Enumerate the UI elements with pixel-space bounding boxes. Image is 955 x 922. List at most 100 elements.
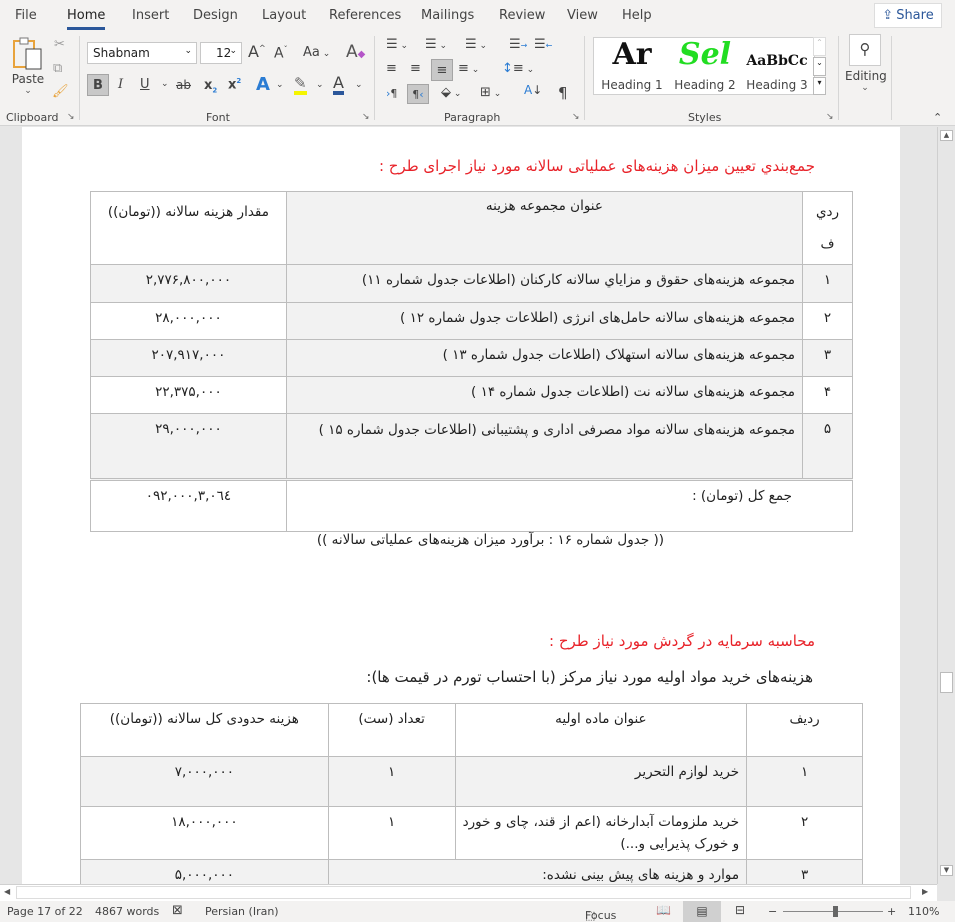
format-painter-icon[interactable]: 🖌 [52,85,69,98]
zoom-out-button[interactable]: − [768,905,777,918]
table-header-row: ردي ف عنوان مجموعه هزينه مقدار هزينه سال… [90,191,853,265]
tab-view[interactable]: View [567,8,598,23]
header-annual-amount: مقدار هزينه سالانه ((تومان)) [90,191,287,265]
scroll-thumb[interactable] [940,672,953,693]
tab-file[interactable]: File [15,8,37,23]
clipboard-launcher-icon[interactable]: ↘ [67,112,75,122]
styles-scroll-down[interactable]: ⌄ [813,57,826,76]
paragraph-launcher-icon[interactable]: ↘ [572,112,580,122]
tab-references[interactable]: References [329,8,401,23]
chevron-down-icon[interactable]: ⌄ [316,81,324,90]
header-quantity: تعداد (ست) [327,703,456,757]
zoom-slider[interactable] [783,906,883,917]
tab-mailings[interactable]: Mailings [421,8,474,23]
align-right-icon[interactable]: ≡ [431,59,453,81]
scroll-down-arrow[interactable]: ▼ [940,865,953,876]
italic-button[interactable]: I [118,78,123,91]
superscript-button[interactable]: x2 [228,78,241,92]
chevron-down-icon[interactable]: ⌄ [355,81,363,90]
proofing-icon[interactable]: ⊠ [172,903,183,918]
share-icon: ⇪ [882,8,894,23]
show-formatting-marks-icon[interactable]: ¶ [558,86,568,101]
styles-scroll-up[interactable]: ⌃ [813,37,826,56]
text-effects-icon[interactable]: A [256,76,270,94]
row-title: خرید ملزومات آبدارخانه (اعم از قند، چای … [454,806,748,860]
editing-button[interactable]: ⚲ Editing ⌄ [845,34,887,100]
scroll-up-arrow[interactable]: ▲ [940,130,953,141]
increase-indent-icon[interactable]: ☰← [534,38,552,51]
change-case-button[interactable]: Aa ⌄ [303,46,330,59]
strikethrough-button[interactable]: ab [176,79,191,91]
align-center-icon[interactable]: ≡ [410,62,421,75]
row-number: ۲ [802,302,853,340]
font-color-icon[interactable]: A [333,75,344,95]
sort-icon[interactable]: A↓ [524,84,542,96]
font-name-select[interactable]: Shabnam ⌄ [87,42,197,64]
separator [584,36,585,120]
subscript-button[interactable]: x2 [204,79,217,95]
tab-help[interactable]: Help [622,8,652,23]
style-heading-3[interactable]: AaBbCc Heading 3 [741,38,813,96]
style-heading-1[interactable]: Ar Heading 1 [596,38,668,96]
horizontal-scrollbar[interactable]: ◀ ▶ [0,884,937,901]
shrink-font-icon[interactable]: Aˇ [274,46,288,61]
zoom-slider-thumb[interactable] [833,906,838,917]
zoom-in-button[interactable]: + [887,905,896,918]
styles-gallery: Ar Heading 1 Sel Heading 2 AaBbCc Headin… [593,37,815,95]
scroll-right-arrow[interactable]: ▶ [922,887,928,896]
horizontal-scroll-thumb[interactable] [16,886,911,899]
header-annual-cost: هزينه حدودی كل سالانه ((تومان)) [80,703,329,757]
tab-layout[interactable]: Layout [262,8,306,23]
line-spacing-icon[interactable]: ↕≡ ⌄ [502,62,534,75]
copy-icon[interactable]: ⧉ [53,62,62,75]
row-amount: ۲۸,۰۰۰,۰۰۰ [90,302,287,340]
font-size-select[interactable]: 12 ⌄ [200,42,242,64]
clear-formatting-icon[interactable]: A◆ [346,44,365,61]
style-heading-2[interactable]: Sel Heading 2 [669,38,741,96]
tab-design[interactable]: Design [193,8,238,23]
chevron-down-icon[interactable]: ⌄ [276,81,284,90]
decrease-indent-icon[interactable]: ☰→ [509,38,527,51]
read-mode-icon[interactable]: 📖 [656,903,671,917]
collapse-ribbon-icon[interactable]: ⌃ [933,112,942,123]
separator [838,36,839,120]
web-layout-icon[interactable]: ⊟ [735,903,745,917]
multilevel-list-icon[interactable]: ☰ ⌄ [465,38,487,51]
page-count[interactable]: Page 17 of 22 [7,905,83,918]
share-button[interactable]: ⇪ Share [874,3,942,28]
clipboard-group-label: Clipboard [6,111,59,124]
share-label: Share [896,8,934,23]
tab-home[interactable]: Home [67,8,106,30]
bullets-icon[interactable]: ☰ ⌄ [386,38,408,51]
underline-button[interactable]: U [140,78,150,91]
print-layout-icon[interactable]: ▤ [683,901,721,922]
tab-insert[interactable]: Insert [132,8,169,23]
scroll-left-arrow[interactable]: ◀ [4,887,10,896]
bold-button[interactable]: B [87,74,109,96]
grow-font-icon[interactable]: A^ [248,44,266,60]
word-count[interactable]: 4867 words [95,905,159,918]
align-left-icon[interactable]: ≡ [386,62,397,75]
cut-icon[interactable]: ✂ [54,38,65,51]
font-name-value: Shabnam [93,46,150,60]
underline-dropdown-icon[interactable]: ⌄ [161,80,169,89]
styles-launcher-icon[interactable]: ↘ [826,112,834,122]
vertical-scrollbar[interactable]: ▲ ▼ [937,127,955,884]
row-amount: ۲۹,۰۰۰,۰۰۰ [90,413,287,480]
rtl-paragraph-icon[interactable]: ¶‹ [407,84,429,104]
tab-review[interactable]: Review [499,8,545,23]
row-amount: ۲۲,۳۷۵,۰۰۰ [90,376,287,414]
justify-icon[interactable]: ≡ ⌄ [458,62,479,75]
shading-icon[interactable]: ⬙ ⌄ [441,86,461,99]
row-cost: ۷,۰۰۰,۰۰۰ [80,756,329,807]
cost-summary-table: ردي ف عنوان مجموعه هزينه مقدار هزينه سال… [90,191,854,532]
font-launcher-icon[interactable]: ↘ [362,112,370,122]
ltr-paragraph-icon[interactable]: ›¶ [386,88,397,99]
styles-more-button[interactable]: ▾ [813,77,826,95]
language-indicator[interactable]: Persian (Iran) [205,905,279,918]
numbering-icon[interactable]: ☰ ⌄ [425,38,447,51]
highlight-icon[interactable]: ✎ [294,76,307,95]
paste-button[interactable]: Paste ⌄ [8,36,48,102]
zoom-level[interactable]: 110% [908,905,939,918]
borders-icon[interactable]: ⊞ ⌄ [480,86,501,99]
